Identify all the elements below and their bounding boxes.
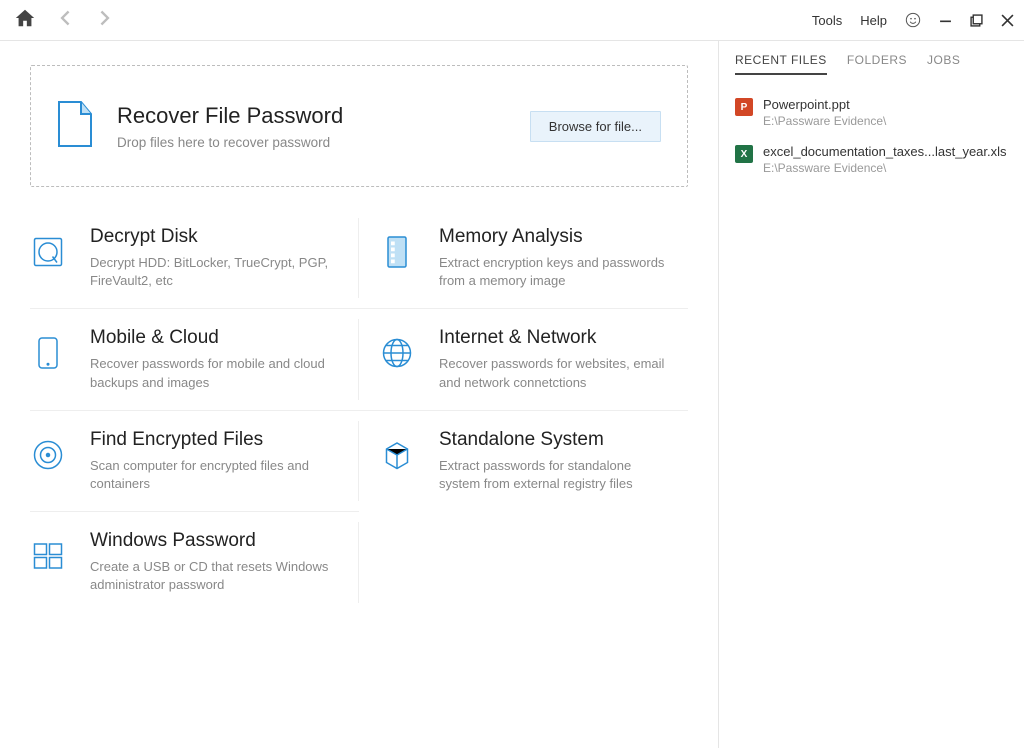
tab-folders[interactable]: FOLDERS bbox=[847, 53, 907, 75]
dropzone-subtitle: Drop files here to recover password bbox=[117, 135, 530, 150]
feedback-icon[interactable] bbox=[905, 12, 921, 28]
toolbar: Tools Help bbox=[0, 0, 1024, 40]
side-tabs: RECENT FILES FOLDERS JOBS bbox=[719, 53, 1024, 85]
card-desc: Scan computer for encrypted files and co… bbox=[90, 457, 329, 493]
card-desc: Recover passwords for mobile and cloud b… bbox=[90, 355, 329, 391]
tab-jobs[interactable]: JOBS bbox=[927, 53, 960, 75]
card-title: Windows Password bbox=[90, 530, 329, 552]
recent-file-item[interactable]: P Powerpoint.ppt E:\Passware Evidence\ bbox=[719, 89, 1024, 136]
card-title: Memory Analysis bbox=[439, 226, 668, 248]
scan-icon bbox=[30, 429, 90, 493]
windows-icon bbox=[30, 530, 90, 594]
card-title: Decrypt Disk bbox=[90, 226, 329, 248]
dropzone-text: Recover File Password Drop files here to… bbox=[117, 103, 530, 150]
feature-cards: Decrypt Disk Decrypt HDD: BitLocker, True… bbox=[30, 207, 688, 613]
tab-recent-files[interactable]: RECENT FILES bbox=[735, 53, 827, 75]
file-name: excel_documentation_taxes...last_year.xl… bbox=[763, 144, 1008, 159]
internet-network-card[interactable]: Internet & Network Recover passwords for … bbox=[359, 308, 688, 409]
back-button[interactable] bbox=[50, 5, 80, 36]
card-desc: Extract encryption keys and passwords fr… bbox=[439, 254, 668, 290]
recent-file-item[interactable]: X excel_documentation_taxes...last_year.… bbox=[719, 136, 1024, 183]
forward-button[interactable] bbox=[90, 5, 120, 36]
excel-file-icon: X bbox=[735, 145, 753, 163]
card-title: Mobile & Cloud bbox=[90, 327, 329, 349]
maximize-button[interactable] bbox=[970, 14, 983, 27]
windows-password-card[interactable]: Windows Password Create a USB or CD that … bbox=[30, 511, 359, 612]
find-encrypted-files-card[interactable]: Find Encrypted Files Scan computer for en… bbox=[30, 410, 359, 511]
home-icon[interactable] bbox=[10, 5, 40, 36]
mobile-icon bbox=[30, 327, 90, 391]
tools-menu[interactable]: Tools bbox=[812, 13, 842, 28]
decrypt-disk-card[interactable]: Decrypt Disk Decrypt HDD: BitLocker, True… bbox=[30, 207, 359, 308]
memory-analysis-card[interactable]: Memory Analysis Extract encryption keys a… bbox=[359, 207, 688, 308]
mobile-cloud-card[interactable]: Mobile & Cloud Recover passwords for mobi… bbox=[30, 308, 359, 409]
toolbar-left bbox=[10, 5, 120, 36]
file-info: Powerpoint.ppt E:\Passware Evidence\ bbox=[763, 97, 1008, 128]
card-title: Internet & Network bbox=[439, 327, 668, 349]
powerpoint-file-icon: P bbox=[735, 98, 753, 116]
recover-file-dropzone[interactable]: Recover File Password Drop files here to… bbox=[30, 65, 688, 187]
browse-for-file-button[interactable]: Browse for file... bbox=[530, 111, 661, 142]
recent-files-list: P Powerpoint.ppt E:\Passware Evidence\ X… bbox=[719, 85, 1024, 187]
card-desc: Extract passwords for standalone system … bbox=[439, 457, 668, 493]
card-desc: Decrypt HDD: BitLocker, TrueCrypt, PGP, … bbox=[90, 254, 329, 290]
side-panel: RECENT FILES FOLDERS JOBS P Powerpoint.p… bbox=[718, 40, 1024, 748]
memory-icon bbox=[379, 226, 439, 290]
disk-icon bbox=[30, 226, 90, 290]
help-menu[interactable]: Help bbox=[860, 13, 887, 28]
standalone-system-card[interactable]: Standalone System Extract passwords for s… bbox=[359, 410, 688, 511]
file-icon bbox=[57, 100, 93, 153]
dropzone-title: Recover File Password bbox=[117, 103, 530, 129]
minimize-button[interactable] bbox=[939, 14, 952, 27]
file-name: Powerpoint.ppt bbox=[763, 97, 1008, 112]
empty-card-slot bbox=[359, 511, 688, 612]
file-path: E:\Passware Evidence\ bbox=[763, 161, 1008, 175]
close-button[interactable] bbox=[1001, 14, 1014, 27]
content: Recover File Password Drop files here to… bbox=[0, 40, 1024, 748]
toolbar-right: Tools Help bbox=[812, 12, 1014, 28]
cube-icon bbox=[379, 429, 439, 493]
card-title: Standalone System bbox=[439, 429, 668, 451]
card-desc: Recover passwords for websites, email an… bbox=[439, 355, 668, 391]
file-path: E:\Passware Evidence\ bbox=[763, 114, 1008, 128]
card-title: Find Encrypted Files bbox=[90, 429, 329, 451]
file-info: excel_documentation_taxes...last_year.xl… bbox=[763, 144, 1008, 175]
main-area: Recover File Password Drop files here to… bbox=[0, 40, 718, 748]
card-desc: Create a USB or CD that resets Windows a… bbox=[90, 558, 329, 594]
globe-icon bbox=[379, 327, 439, 391]
